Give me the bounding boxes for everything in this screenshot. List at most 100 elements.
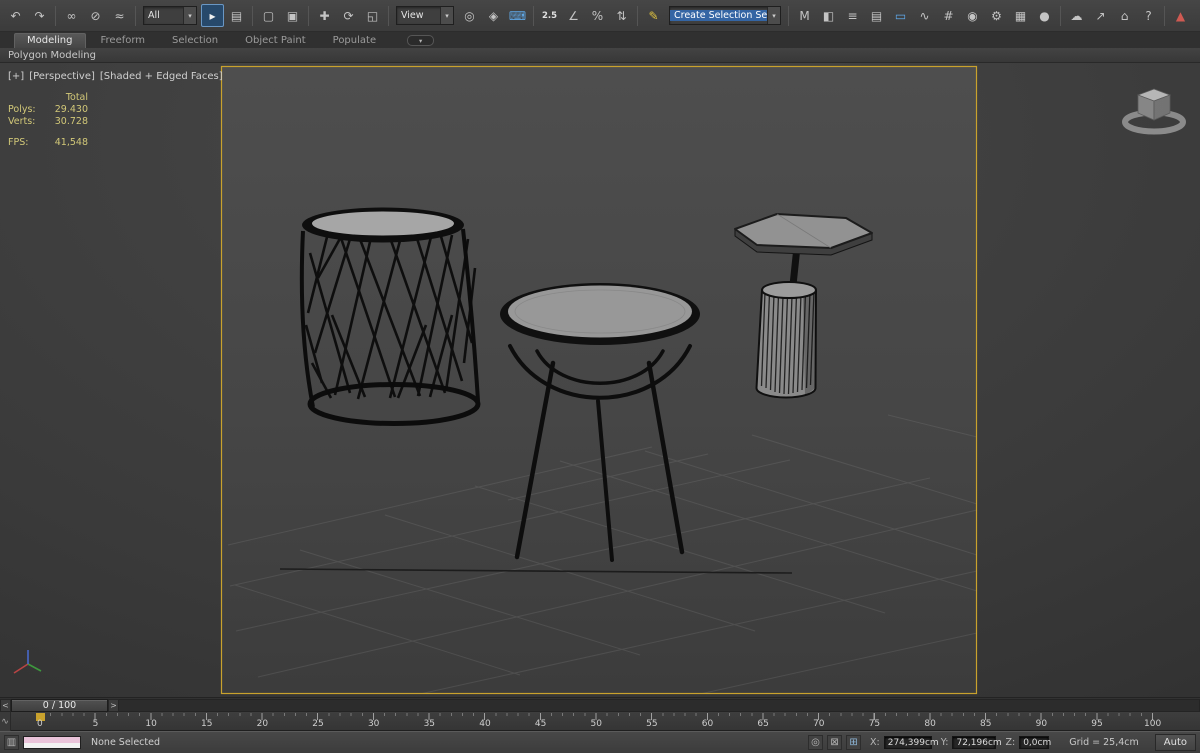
main-toolbar: ↶ ↷ ∞ ⊘ ≈ All ▾ ▸ ▤ ▢ ▣ ✚ ⟳ ◱ View ▾ ◎ ◈… — [0, 0, 1200, 32]
stats-polys-value: 29.430 — [54, 104, 88, 115]
reference-coordinate-value: View — [401, 10, 424, 21]
percent-snap-icon[interactable]: % — [586, 4, 609, 27]
mini-curve-editor-button[interactable]: ∿ — [0, 712, 11, 731]
trackbar-tick-label: 0 — [36, 719, 43, 729]
measure-ruler-icon[interactable]: ╍ — [1193, 4, 1200, 27]
asset-library-icon[interactable]: ⌂ — [1113, 4, 1136, 27]
spinner-snap-icon[interactable]: ⇅ — [610, 4, 633, 27]
previous-frame-button[interactable]: < — [0, 698, 11, 712]
curve-editor-icon[interactable]: ∿ — [913, 4, 936, 27]
undo-icon[interactable]: ↶ — [4, 4, 27, 27]
trackbar-tick-label: 40 — [479, 719, 491, 729]
viewport-canvas[interactable] — [0, 63, 1200, 697]
ribbon-tab-bar: Modeling Freeform Selection Object Paint… — [0, 32, 1200, 48]
ribbon-toggle-icon[interactable]: ▭ — [889, 4, 912, 27]
rectangular-selection-icon[interactable]: ▢ — [257, 4, 280, 27]
auto-key-button[interactable]: Auto — [1154, 734, 1196, 751]
polygon-modeling-bar[interactable]: Polygon Modeling — [0, 48, 1200, 63]
viewcube[interactable] — [1122, 88, 1186, 135]
viewport: [+] [Perspective] [Shaded + Edged Faces]… — [0, 63, 1200, 697]
keyboard-override-icon[interactable]: ⌨ — [506, 4, 529, 27]
select-scale-icon[interactable]: ◱ — [361, 4, 384, 27]
stats-polys-label: Polys: — [8, 104, 36, 115]
viewport-label: [+] [Perspective] [Shaded + Edged Faces] — [8, 71, 223, 82]
cloud-render-icon[interactable]: ☁ — [1065, 4, 1088, 27]
rendered-frame-icon[interactable]: ▦ — [1009, 4, 1032, 27]
redo-icon[interactable]: ↷ — [28, 4, 51, 27]
civil-view-icon[interactable]: ▲ — [1169, 4, 1192, 27]
select-rotate-icon[interactable]: ⟳ — [337, 4, 360, 27]
tab-selection[interactable]: Selection — [160, 34, 230, 48]
toolbar-separator — [637, 5, 638, 26]
stats-fps-label: FPS: — [8, 137, 29, 148]
chevron-down-icon: ▾ — [767, 7, 780, 24]
use-pivot-center-icon[interactable]: ◎ — [458, 4, 481, 27]
track-bar[interactable]: ∿ 0 5 10 15 20 25 30 35 40 45 50 55 60 6… — [0, 712, 1200, 731]
window-crossing-icon[interactable]: ▣ — [281, 4, 304, 27]
isolate-selection-icon[interactable]: ◎ — [808, 735, 824, 750]
next-frame-button[interactable]: > — [108, 698, 119, 712]
scene-explorer-icon[interactable]: ▤ — [865, 4, 888, 27]
trackbar-tick-label: 90 — [1035, 719, 1048, 729]
schematic-view-icon[interactable]: # — [937, 4, 960, 27]
viewport-statistics: Total Polys: 29.430 Verts: 30.728 FPS: 4… — [8, 92, 88, 149]
mirror-icon[interactable]: M — [793, 4, 816, 27]
maxscript-mini-listener-input[interactable] — [23, 736, 81, 749]
reference-coordinate-dropdown[interactable]: View ▾ — [396, 6, 454, 25]
absolute-offset-toggle-icon[interactable]: ⊞ — [846, 735, 862, 750]
trackbar-tick-label: 85 — [979, 719, 992, 729]
time-slider-track[interactable] — [119, 698, 1200, 712]
snap-toggle-25-icon[interactable]: 2.5 — [538, 4, 561, 27]
trackbar-tick-label: 55 — [646, 719, 658, 729]
tab-freeform[interactable]: Freeform — [89, 34, 158, 48]
material-editor-icon[interactable]: ◉ — [961, 4, 984, 27]
z-coordinate-field[interactable]: 0,0cm — [1019, 736, 1051, 749]
tab-object-paint[interactable]: Object Paint — [233, 34, 318, 48]
world-axis-tripod-icon — [13, 650, 42, 674]
angle-snap-icon[interactable]: ∠ — [562, 4, 585, 27]
grid-size-display: Grid = 25,4cm — [1069, 737, 1139, 748]
share-view-icon[interactable]: ↗ — [1089, 4, 1112, 27]
render-setup-icon[interactable]: ⚙ — [985, 4, 1008, 27]
polygon-modeling-label: Polygon Modeling — [8, 49, 96, 61]
select-manipulate-icon[interactable]: ◈ — [482, 4, 505, 27]
trackbar-tick-label: 100 — [1144, 719, 1162, 729]
maxscript-listener-icon[interactable]: ▥ — [4, 735, 19, 750]
trackbar-tick-label: 70 — [813, 719, 825, 729]
ribbon-collapse-button[interactable]: ▾ — [407, 35, 435, 46]
select-move-icon[interactable]: ✚ — [313, 4, 336, 27]
toolbar-separator — [533, 5, 534, 26]
select-by-name-icon[interactable]: ▤ — [225, 4, 248, 27]
named-selection-set-value: Create Selection Se — [670, 10, 767, 21]
edit-named-selections-icon[interactable]: ✎ — [642, 4, 665, 27]
layer-manager-icon[interactable]: ≡ — [841, 4, 864, 27]
selection-filter-dropdown[interactable]: All ▾ — [143, 6, 197, 25]
select-object-icon[interactable]: ▸ — [201, 4, 224, 27]
trackbar-tick-label: 45 — [534, 719, 547, 729]
unlink-icon[interactable]: ⊘ — [84, 4, 107, 27]
y-coordinate-field[interactable]: 72,196cm — [952, 736, 1002, 749]
named-selection-set-dropdown[interactable]: Create Selection Se ▾ — [669, 6, 781, 25]
time-slider-handle[interactable]: 0 / 100 — [11, 698, 108, 712]
x-coordinate-field[interactable]: 274,399cm — [883, 736, 939, 749]
help-community-icon[interactable]: ? — [1137, 4, 1160, 27]
trackbar-tick-label: 35 — [423, 719, 436, 729]
viewport-general-menu[interactable]: [+] — [8, 71, 24, 82]
toolbar-separator — [252, 5, 253, 26]
chevron-down-icon: ▾ — [183, 7, 196, 24]
toolbar-separator — [788, 5, 789, 26]
selection-lock-icon[interactable]: ⊠ — [827, 735, 843, 750]
trackbar-tick-label: 15 — [201, 719, 213, 729]
trackbar-tick-label: 25 — [312, 719, 324, 729]
viewport-shading-menu[interactable]: [Shaded + Edged Faces] — [100, 71, 223, 82]
time-slider-row: < 0 / 100 > — [0, 697, 1200, 712]
bind-spacewarp-icon[interactable]: ≈ — [108, 4, 131, 27]
select-link-icon[interactable]: ∞ — [60, 4, 83, 27]
align-icon[interactable]: ◧ — [817, 4, 840, 27]
render-production-icon[interactable]: ● — [1033, 4, 1056, 27]
trackbar-tick-label: 5 — [92, 719, 99, 729]
toolbar-separator — [55, 5, 56, 26]
tab-populate[interactable]: Populate — [321, 34, 388, 48]
viewport-pov-menu[interactable]: [Perspective] — [29, 71, 95, 82]
tab-modeling[interactable]: Modeling — [14, 33, 86, 48]
